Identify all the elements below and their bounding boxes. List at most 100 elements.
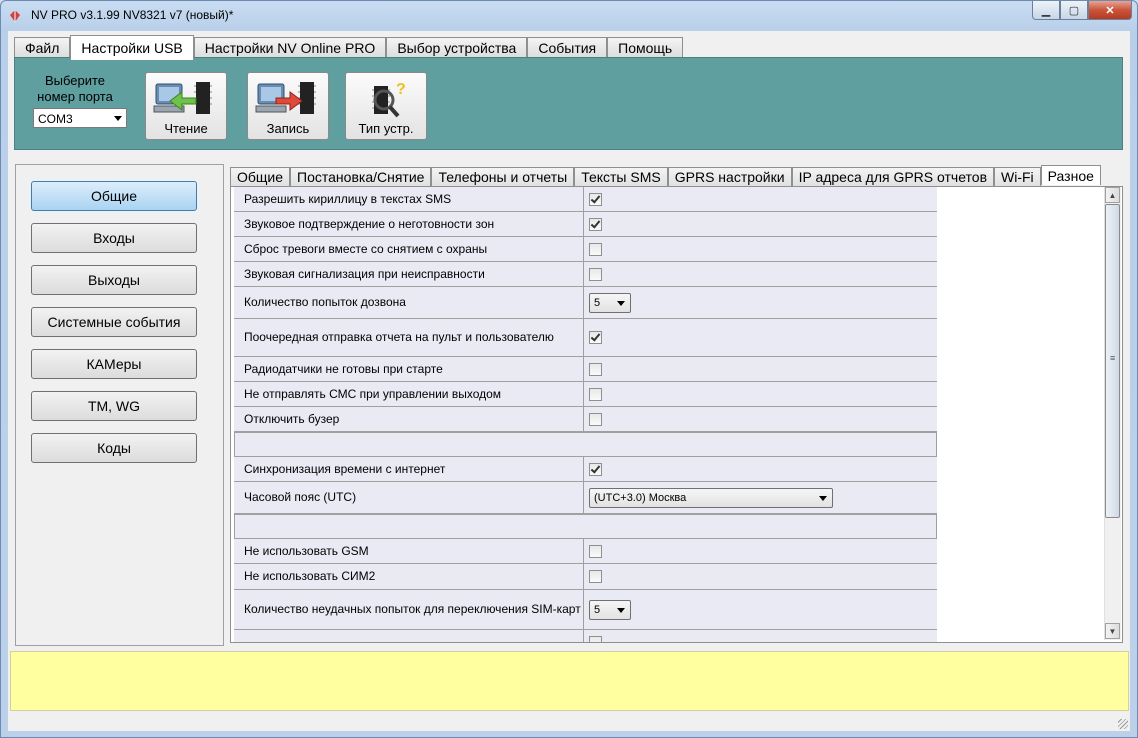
settings-grid: Разрешить кириллицу в текстах SMS Звуков… bbox=[230, 186, 1123, 643]
setting-label: Количество неудачных попыток для переклю… bbox=[234, 590, 584, 629]
section-nav: Общие Входы Выходы Системные события КАМ… bbox=[15, 164, 224, 646]
timezone-select[interactable]: (UTC+3.0) Москва bbox=[589, 487, 833, 508]
subtab-phones-reports[interactable]: Телефоны и отчеты bbox=[431, 167, 575, 186]
setting-checkbox[interactable] bbox=[589, 570, 602, 583]
chevron-down-icon bbox=[617, 300, 625, 306]
minimize-icon: ▁ bbox=[1041, 4, 1051, 17]
setting-separator-row bbox=[234, 432, 937, 457]
setting-label: Разрешить кириллицу в текстах SMS bbox=[234, 187, 584, 211]
tab-events[interactable]: События bbox=[527, 37, 608, 58]
window-title: NV PRO v3.1.99 NV8321 v7 (новый)* bbox=[31, 8, 234, 22]
device-type-icon: ? bbox=[372, 81, 406, 118]
setting-separator-row bbox=[234, 514, 937, 539]
setting-checkbox[interactable] bbox=[589, 635, 602, 642]
app-icon bbox=[10, 10, 20, 22]
setting-checkbox[interactable] bbox=[589, 192, 602, 206]
arrow-down-icon: ▼ bbox=[1108, 626, 1117, 636]
setting-label: Синхронизация времени с интернет bbox=[234, 457, 584, 481]
maximize-icon: ▢ bbox=[1068, 4, 1080, 17]
vertical-scrollbar[interactable]: ▲ ≡ ▼ bbox=[1104, 187, 1121, 640]
device-type-button[interactable]: ? Тип устр. bbox=[345, 72, 427, 140]
nav-general[interactable]: Общие bbox=[31, 181, 197, 211]
setting-checkbox[interactable] bbox=[589, 267, 602, 281]
nav-cameras[interactable]: КАМеры bbox=[31, 349, 197, 379]
setting-label: Отключить бузер bbox=[234, 407, 584, 431]
setting-row: Не отправлять СМС при управлении выходом bbox=[234, 382, 937, 407]
app-window: NV PRO v3.1.99 NV8321 v7 (новый)* ▁ ▢ ✕ … bbox=[0, 0, 1138, 738]
setting-checkbox[interactable] bbox=[589, 362, 602, 376]
subtab-sms-texts[interactable]: Тексты SMS bbox=[574, 167, 668, 186]
setting-label: Не использовать GSM bbox=[234, 539, 584, 563]
setting-label: Количество попыток дозвона bbox=[234, 287, 584, 318]
scroll-down-button[interactable]: ▼ bbox=[1105, 623, 1120, 639]
setting-checkbox[interactable] bbox=[589, 387, 602, 401]
setting-checkbox[interactable] bbox=[589, 217, 602, 231]
tab-device-select[interactable]: Выбор устройства bbox=[386, 37, 528, 58]
maximize-button[interactable]: ▢ bbox=[1060, 1, 1088, 20]
write-button[interactable]: Запись bbox=[247, 72, 329, 140]
sim-switch-attempts-select[interactable]: 5 bbox=[589, 599, 631, 620]
setting-row: Не использовать GSM bbox=[234, 539, 937, 564]
device-type-button-label: Тип устр. bbox=[358, 121, 414, 136]
setting-checkbox[interactable] bbox=[589, 412, 602, 426]
setting-checkbox[interactable] bbox=[589, 331, 602, 344]
nav-outputs[interactable]: Выходы bbox=[31, 265, 197, 295]
setting-row bbox=[234, 630, 937, 642]
write-button-label: Запись bbox=[266, 121, 310, 136]
setting-label: Радиодатчики не готовы при старте bbox=[234, 357, 584, 381]
nav-codes[interactable]: Коды bbox=[31, 433, 197, 463]
setting-label: Сброс тревоги вместе со снятием с охраны bbox=[234, 237, 584, 261]
setting-label: Звуковое подтверждение о неготовности зо… bbox=[234, 212, 584, 236]
read-from-device-icon bbox=[153, 82, 212, 114]
setting-row: Звуковое подтверждение о неготовности зо… bbox=[234, 212, 937, 237]
setting-row: Не использовать СИМ2 bbox=[234, 564, 937, 590]
setting-label: Не отправлять СМС при управлении выходом bbox=[234, 382, 584, 406]
subtab-misc[interactable]: Разное bbox=[1040, 165, 1101, 185]
setting-row: Сброс тревоги вместе со снятием с охраны bbox=[234, 237, 937, 262]
grip-icon: ≡ bbox=[1110, 353, 1116, 363]
setting-checkbox[interactable] bbox=[589, 462, 602, 476]
dial-attempts-select[interactable]: 5 bbox=[589, 292, 631, 313]
tab-nv-online-settings[interactable]: Настройки NV Online PRO bbox=[193, 37, 387, 58]
svg-text:?: ? bbox=[396, 81, 406, 98]
status-message-area bbox=[10, 651, 1129, 711]
arrow-up-icon: ▲ bbox=[1108, 190, 1117, 200]
setting-row: Разрешить кириллицу в текстах SMS bbox=[234, 187, 937, 212]
setting-label: Поочередная отправка отчета на пульт и п… bbox=[234, 319, 584, 356]
port-label-line2: номер порта bbox=[37, 89, 113, 104]
scroll-up-button[interactable]: ▲ bbox=[1105, 187, 1120, 203]
setting-checkbox[interactable] bbox=[589, 544, 602, 558]
close-button[interactable]: ✕ bbox=[1088, 1, 1132, 20]
settings-table: Разрешить кириллицу в текстах SMS Звуков… bbox=[234, 187, 937, 642]
usb-toolbar: Выберите номер порта COM3 Чтение Запись … bbox=[14, 57, 1123, 150]
resize-grip-icon[interactable] bbox=[1118, 719, 1128, 729]
subtab-gprs-ip[interactable]: IP адреса для GPRS отчетов bbox=[791, 167, 995, 186]
setting-row: Количество неудачных попыток для переклю… bbox=[234, 590, 937, 630]
close-icon: ✕ bbox=[1105, 4, 1115, 17]
nav-inputs[interactable]: Входы bbox=[31, 223, 197, 253]
tab-usb-settings[interactable]: Настройки USB bbox=[70, 35, 194, 60]
subtab-arming[interactable]: Постановка/Снятие bbox=[290, 167, 432, 186]
scroll-thumb[interactable]: ≡ bbox=[1105, 204, 1120, 518]
subtab-gprs-settings[interactable]: GPRS настройки bbox=[667, 167, 792, 186]
subtab-wifi[interactable]: Wi-Fi bbox=[994, 167, 1041, 186]
setting-checkbox[interactable] bbox=[589, 242, 602, 256]
tab-file[interactable]: Файл bbox=[14, 37, 71, 58]
setting-label: Не использовать СИМ2 bbox=[234, 564, 584, 589]
setting-row: Количество попыток дозвона 5 bbox=[234, 287, 937, 319]
setting-label bbox=[234, 630, 584, 642]
nav-tm-wg[interactable]: TM, WG bbox=[31, 391, 197, 421]
timezone-value: (UTC+3.0) Москва bbox=[594, 491, 687, 504]
client-area: Файл Настройки USB Настройки NV Online P… bbox=[8, 31, 1130, 731]
chevron-down-icon bbox=[617, 607, 625, 613]
status-bar bbox=[8, 711, 1130, 731]
minimize-button[interactable]: ▁ bbox=[1032, 1, 1060, 20]
settings-area: Общие Постановка/Снятие Телефоны и отчет… bbox=[230, 164, 1123, 644]
tab-help[interactable]: Помощь bbox=[607, 37, 684, 58]
port-select[interactable]: COM3 bbox=[33, 108, 127, 128]
port-label-line1: Выберите bbox=[44, 73, 106, 88]
read-button[interactable]: Чтение bbox=[145, 72, 227, 140]
sim-switch-attempts-value: 5 bbox=[594, 603, 601, 616]
subtab-general[interactable]: Общие bbox=[230, 167, 291, 186]
nav-system-events[interactable]: Системные события bbox=[31, 307, 197, 337]
